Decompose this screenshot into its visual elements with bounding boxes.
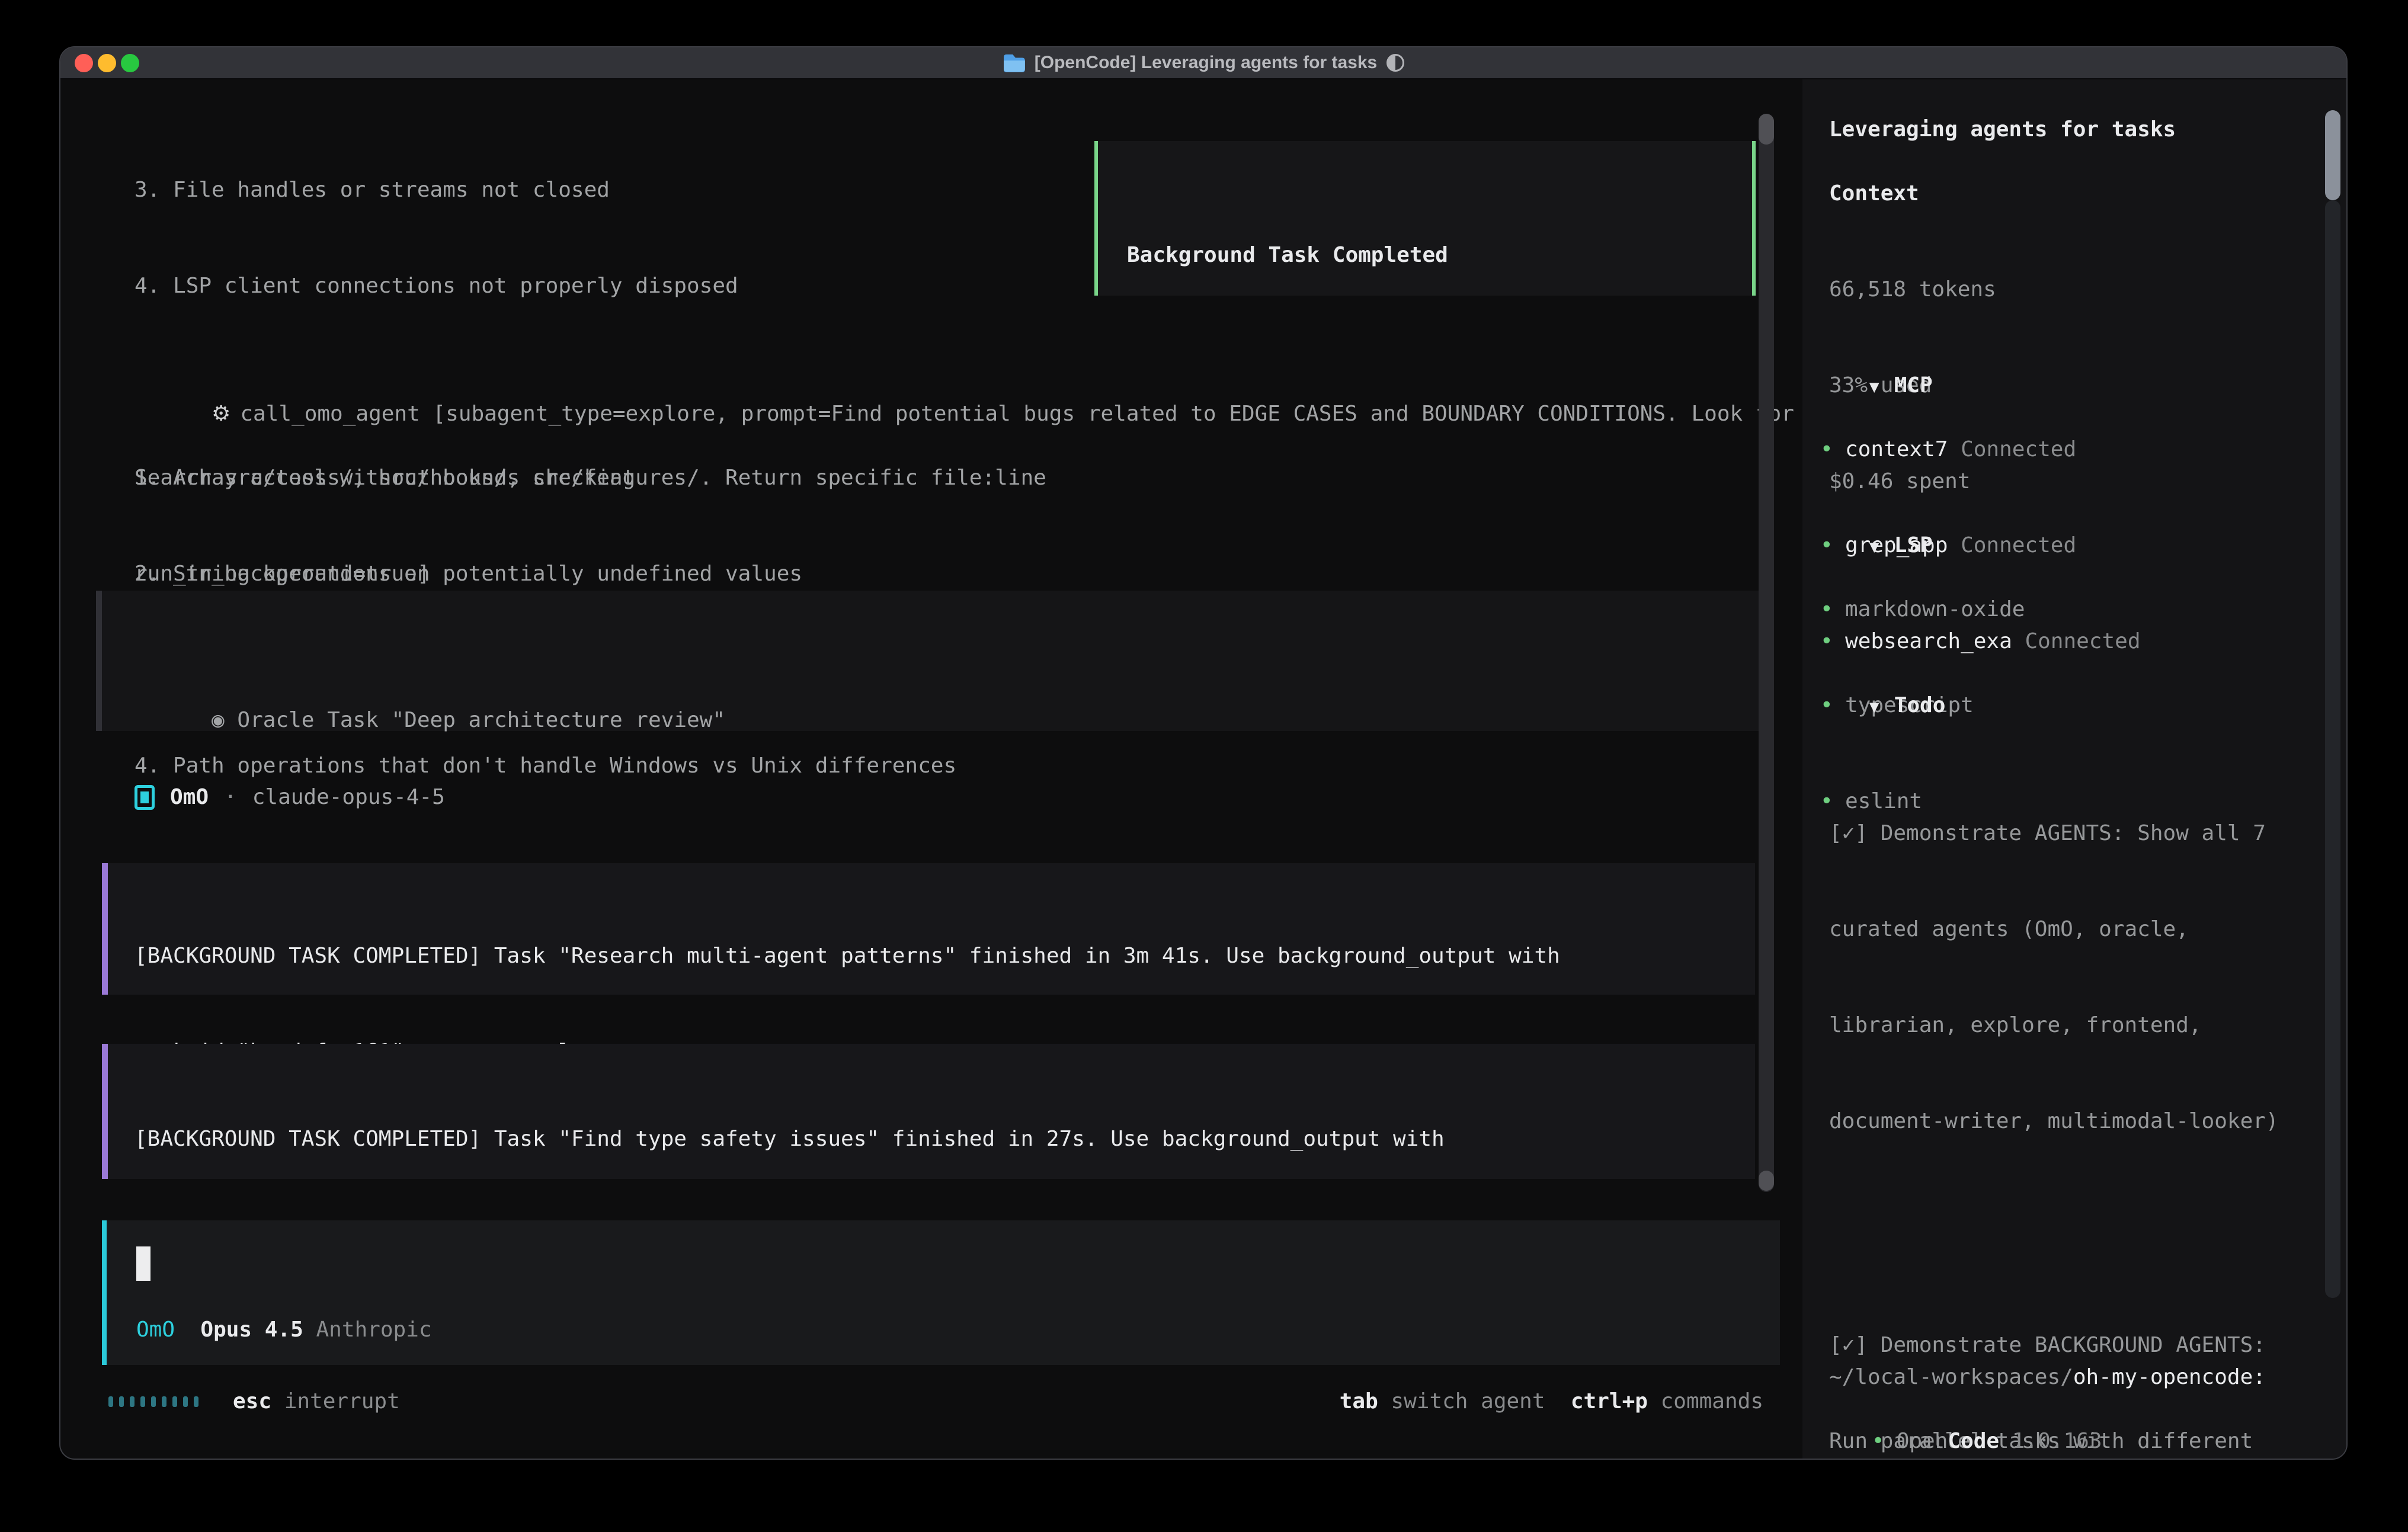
tab-key-hint: tab: [1340, 1386, 1378, 1418]
background-task-message: [BACKGROUND TASK COMPLETED] Task "Resear…: [102, 863, 1755, 995]
window-title: [OpenCode] Leveraging agents for tasks: [1035, 53, 1377, 73]
todo-section-heading: ▼Todo: [1818, 658, 1945, 690]
main-scrollbar-thumb-bottom[interactable]: [1759, 1171, 1774, 1191]
minimize-button[interactable]: [98, 54, 116, 72]
agent-name: OmO: [170, 781, 209, 813]
main-scrollbar-thumb-top[interactable]: [1759, 114, 1774, 145]
bullet-icon: •: [1872, 1425, 1897, 1457]
oracle-task-title: Oracle Task "Deep architecture review": [237, 708, 725, 732]
context-heading: Context: [1829, 178, 1919, 210]
input-agent-name: OmO: [136, 1314, 175, 1346]
half-circle-icon: [1386, 54, 1404, 72]
input-provider-name: Anthropic: [316, 1314, 431, 1346]
agent-header: OmO · claude-opus-4-5: [135, 780, 445, 815]
toast-title: Background Task Completed: [1127, 239, 1752, 271]
status-bar: esc interrupt tab switch agent ctrl+p co…: [108, 1384, 1763, 1419]
window-controls: [75, 47, 139, 78]
tool-call-item: 2. String operations on potentially unde…: [135, 558, 1794, 590]
record-circle-icon: ◉: [212, 708, 225, 732]
git-branch: master: [1829, 1457, 2266, 1460]
bullet-icon: •: [1820, 434, 1845, 466]
terminal-line: 3. File handles or streams not closed: [135, 174, 1046, 206]
ctrlp-key-hint: ctrl+p: [1571, 1386, 1648, 1418]
oracle-task-panel: ◉ Oracle Task "Deep architecture review"…: [96, 591, 1759, 731]
background-task-message: [BACKGROUND TASK COMPLETED] Task "Find t…: [102, 1044, 1755, 1179]
gear-icon: ⚙: [212, 402, 230, 426]
tool-call-head: call_omo_agent [subagent_type=explore, p…: [240, 402, 1794, 426]
lsp-section-heading: ▼LSP: [1818, 498, 1933, 530]
titlebar[interactable]: [OpenCode] Leveraging agents for tasks: [60, 47, 2346, 79]
esc-key-hint: esc: [233, 1386, 271, 1418]
task-line: [BACKGROUND TASK COMPLETED] Task "Find t…: [135, 1123, 1755, 1155]
input-model-name: Opus 4.5: [200, 1314, 303, 1346]
session-title: Leveraging agents for tasks: [1829, 114, 2176, 146]
sidebar-scrollbar-thumb[interactable]: [2325, 110, 2340, 200]
text-cursor: [136, 1246, 150, 1281]
tool-call-item: 1. Array access without bounds checking: [135, 462, 1794, 494]
main-scrollbar-track[interactable]: [1759, 114, 1774, 1192]
mcp-item: •context7 Connected: [1820, 434, 2141, 466]
version-line: •OpenCode 1.0.163: [1820, 1393, 2102, 1425]
folder-icon: [1003, 53, 1025, 72]
agent-square-icon: [135, 785, 155, 810]
app-window: [OpenCode] Leveraging agents for tasks 3…: [59, 46, 2348, 1460]
lsp-item: •markdown-oxide: [1820, 594, 2025, 626]
separator-dot: ·: [224, 781, 237, 813]
bullet-icon: •: [1820, 594, 1845, 626]
close-button[interactable]: [75, 54, 93, 72]
spinner-dots: [108, 1396, 198, 1407]
zoom-button[interactable]: [121, 54, 139, 72]
mcp-section-heading: ▼MCP: [1818, 338, 1933, 370]
terminal-line: 4. LSP client connections not properly d…: [135, 270, 1046, 302]
agent-model: claude-opus-4-5: [252, 781, 445, 813]
task-line: [BACKGROUND TASK COMPLETED] Task "Resear…: [135, 940, 1755, 972]
todo-item-done: [✓] Demonstrate AGENTS: Show all 7 curat…: [1829, 754, 2304, 1201]
toast-notification: Background Task Completed Task "Find typ…: [1094, 141, 1756, 296]
ctrlp-key-label: commands: [1648, 1386, 1763, 1418]
tab-key-label: switch agent: [1378, 1386, 1545, 1418]
context-tokens: 66,518 tokens: [1829, 274, 1996, 306]
esc-key-label: interrupt: [271, 1386, 400, 1418]
sidebar-scrollbar-track[interactable]: [2325, 200, 2340, 1298]
prompt-input[interactable]: OmO Opus 4.5 Anthropic: [102, 1220, 1780, 1365]
